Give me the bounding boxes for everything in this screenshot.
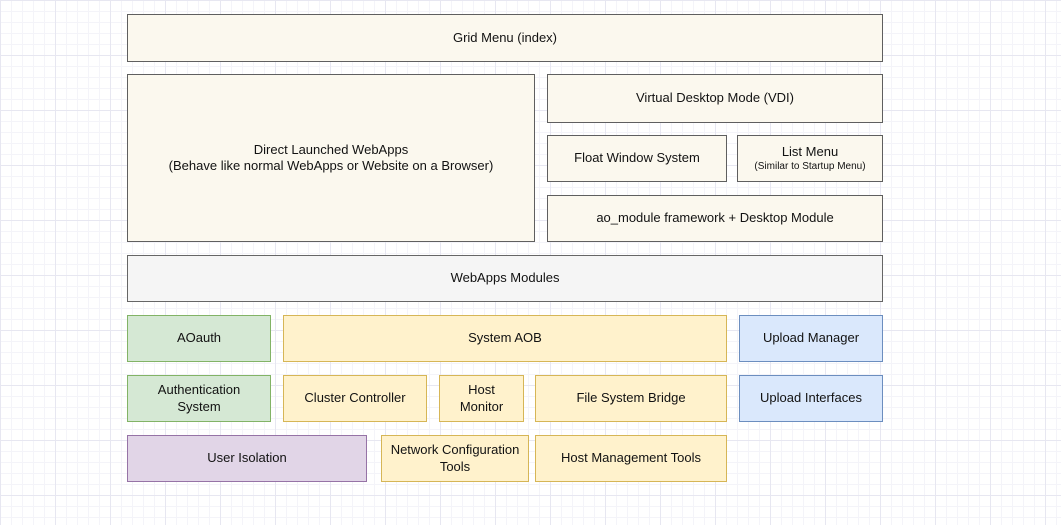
box-float-window-system-label: Float Window System <box>574 150 700 166</box>
box-user-isolation-label: User Isolation <box>207 450 286 466</box>
box-upload-manager-label: Upload Manager <box>763 330 859 346</box>
box-direct-launched-webapps-sublabel: (Behave like normal WebApps or Website o… <box>169 158 494 174</box>
box-upload-interfaces: Upload Interfaces <box>739 375 883 422</box>
box-direct-launched-webapps: Direct Launched WebApps (Behave like nor… <box>127 74 535 242</box>
box-aoauth: AOauth <box>127 315 271 362</box>
box-host-monitor: Host Monitor <box>439 375 524 422</box>
box-list-menu-label: List Menu <box>782 144 838 160</box>
box-webapps-modules: WebApps Modules <box>127 255 883 302</box>
box-system-aob-label: System AOB <box>468 330 542 346</box>
box-ao-module-framework: ao_module framework + Desktop Module <box>547 195 883 242</box>
box-network-configuration-tools-label: Network Configuration Tools <box>390 442 520 475</box>
box-ao-module-framework-label: ao_module framework + Desktop Module <box>596 210 833 226</box>
box-list-menu-sublabel: (Similar to Startup Menu) <box>754 161 865 174</box>
box-list-menu: List Menu (Similar to Startup Menu) <box>737 135 883 182</box>
box-grid-menu: Grid Menu (index) <box>127 14 883 62</box>
box-virtual-desktop-mode-label: Virtual Desktop Mode (VDI) <box>636 90 794 106</box>
box-float-window-system: Float Window System <box>547 135 727 182</box>
box-user-isolation: User Isolation <box>127 435 367 482</box>
box-cluster-controller-label: Cluster Controller <box>304 390 405 406</box>
box-upload-interfaces-label: Upload Interfaces <box>760 390 862 406</box>
box-authentication-system: Authentication System <box>127 375 271 422</box>
box-cluster-controller: Cluster Controller <box>283 375 427 422</box>
diagram-canvas: Grid Menu (index) Direct Launched WebApp… <box>0 0 1061 525</box>
box-authentication-system-label: Authentication System <box>136 382 262 415</box>
box-system-aob: System AOB <box>283 315 727 362</box>
box-webapps-modules-label: WebApps Modules <box>451 270 560 286</box>
box-file-system-bridge-label: File System Bridge <box>576 390 685 406</box>
box-aoauth-label: AOauth <box>177 330 221 346</box>
box-host-monitor-label: Host Monitor <box>448 382 515 415</box>
box-virtual-desktop-mode: Virtual Desktop Mode (VDI) <box>547 74 883 123</box>
box-grid-menu-label: Grid Menu (index) <box>453 30 557 46</box>
box-host-management-tools: Host Management Tools <box>535 435 727 482</box>
box-network-configuration-tools: Network Configuration Tools <box>381 435 529 482</box>
box-file-system-bridge: File System Bridge <box>535 375 727 422</box>
box-host-management-tools-label: Host Management Tools <box>561 450 701 466</box>
box-direct-launched-webapps-label: Direct Launched WebApps <box>254 142 408 158</box>
box-upload-manager: Upload Manager <box>739 315 883 362</box>
